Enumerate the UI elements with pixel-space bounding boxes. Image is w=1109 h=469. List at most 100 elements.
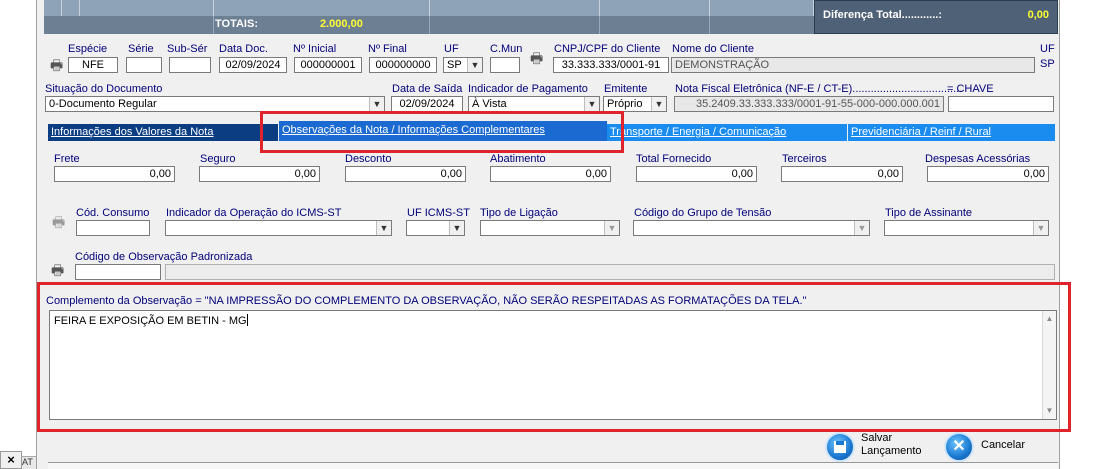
despesas-label: Despesas Acessórias <box>925 153 1031 165</box>
chevron-down-icon: ▼ <box>449 221 464 235</box>
tab-transporte-label: Transporte / Energia / Comunicação <box>610 126 787 138</box>
especie-field[interactable]: NFE <box>68 57 118 73</box>
cancel-button-label[interactable]: Cancelar <box>981 439 1025 452</box>
uf-label: UF <box>444 43 459 55</box>
entries-grid[interactable] <box>44 0 814 16</box>
tipo-assinante-select[interactable]: ▼ <box>884 220 1049 236</box>
chevron-down-icon: ▼ <box>854 221 869 235</box>
uf-select[interactable]: SP ▼ <box>443 57 483 73</box>
cnpj-field[interactable]: 33.333.333/0001-91 <box>553 57 669 73</box>
data-saida-field[interactable]: 02/09/2024 <box>391 96 463 112</box>
chevron-down-icon: ▼ <box>1033 221 1048 235</box>
cod-consumo-field[interactable] <box>76 220 150 236</box>
scroll-down-icon[interactable]: ▼ <box>1043 405 1056 417</box>
chevron-down-icon: ▼ <box>467 58 482 72</box>
chave-label: = CHAVE <box>947 83 994 95</box>
cnpj-label: CNPJ/CPF do Cliente <box>554 43 661 55</box>
totals-row: TOTAIS: 2.000,00 <box>44 16 814 34</box>
complemento-textarea[interactable]: FEIRA E EXPOSIÇÃO EM BETIN - MG ▲ ▼ <box>49 310 1057 420</box>
emitente-select[interactable]: Próprio ▼ <box>603 96 667 112</box>
n-inicial-label: Nº Inicial <box>293 43 337 55</box>
difference-box: Diferença Total............: 0,00 <box>814 0 1058 34</box>
serie-field[interactable] <box>126 57 162 73</box>
printer-icon[interactable]: 🖶 <box>51 262 69 278</box>
tab-previdenciaria-label: Previdenciária / Reinf / Rural <box>851 126 992 138</box>
chevron-down-icon: ▼ <box>376 221 391 235</box>
chevron-down-icon: ▼ <box>584 97 599 111</box>
desconto-label: Desconto <box>345 153 392 165</box>
n-inicial-field[interactable]: 000000001 <box>294 57 362 73</box>
seguro-field[interactable]: 0,00 <box>199 166 320 182</box>
grupo-tensao-select[interactable]: ▼ <box>633 220 870 236</box>
codigo-obs-label: Código de Observação Padronizada <box>75 251 253 263</box>
total-fornecido-field[interactable]: 0,00 <box>636 166 757 182</box>
tipo-ligacao-select[interactable]: ▼ <box>480 220 620 236</box>
situacao-label: Situação do Documento <box>45 83 163 95</box>
data-doc-field[interactable]: 02/09/2024 <box>219 57 287 73</box>
cliente-label: Nome do Cliente <box>672 43 754 55</box>
printer-icon[interactable]: 🖶 <box>530 50 548 66</box>
uf-right-value: SP <box>1040 58 1055 70</box>
close-icon[interactable]: × <box>0 451 22 469</box>
terceiros-label: Terceiros <box>782 153 827 165</box>
cod-consumo-label: Cód. Consumo <box>76 207 150 219</box>
tab-transporte[interactable]: Transporte / Energia / Comunicação <box>607 124 847 141</box>
data-saida-label: Data de Saída <box>392 83 463 95</box>
difference-label: Diferença Total............: <box>823 9 942 21</box>
scroll-up-icon[interactable]: ▲ <box>1043 313 1056 325</box>
codigo-obs-field[interactable] <box>75 264 161 280</box>
especie-label: Espécie <box>68 43 108 55</box>
abatimento-field[interactable]: 0,00 <box>490 166 611 182</box>
nfe-field[interactable]: 35.2409.33.333.333/0001-91-55-000-000.00… <box>674 96 944 112</box>
save-button-label[interactable]: Salvar Lançamento <box>861 432 922 458</box>
desconto-field[interactable]: 0,00 <box>345 166 466 182</box>
total-fornecido-label: Total Fornecido <box>636 153 712 165</box>
tab-valores-label: Informações dos Valores da Nota <box>51 126 214 138</box>
textarea-scrollbar[interactable]: ▲ ▼ <box>1042 311 1056 419</box>
uf-value: SP <box>447 59 462 71</box>
subserie-field[interactable] <box>169 57 211 73</box>
emitente-value: Próprio <box>607 98 643 110</box>
situacao-value: 0-Documento Regular <box>49 98 157 110</box>
data-doc-label: Data Doc. <box>219 43 268 55</box>
status-text: AT <box>22 456 36 469</box>
n-final-field[interactable]: 000000000 <box>369 57 437 73</box>
cmun-field[interactable] <box>490 57 520 73</box>
frete-field[interactable]: 0,00 <box>54 166 175 182</box>
totals-value: 2.000,00 <box>320 18 363 30</box>
pagamento-select[interactable]: À Vista ▼ <box>468 96 600 112</box>
complemento-label: Complemento da Observação = "NA IMPRESSÃ… <box>46 295 807 307</box>
text-caret <box>246 314 248 326</box>
despesas-field[interactable]: 0,00 <box>927 166 1049 182</box>
complemento-text: FEIRA E EXPOSIÇÃO EM BETIN - MG <box>54 315 247 327</box>
subserie-label: Sub-Sér <box>167 43 208 55</box>
tipo-assinante-label: Tipo de Assinante <box>885 207 973 219</box>
terceiros-field[interactable]: 0,00 <box>781 166 903 182</box>
uf-icms-select[interactable]: ▼ <box>406 220 465 236</box>
printer-icon: 🖶 <box>52 214 66 230</box>
codigo-obs-description <box>165 264 1055 280</box>
window: TOTAIS: 2.000,00 Diferença Total........… <box>0 0 1109 469</box>
difference-value: 0,00 <box>1027 9 1049 21</box>
chevron-down-icon: ▼ <box>369 97 384 111</box>
tab-previdenciaria[interactable]: Previdenciária / Reinf / Rural <box>848 124 1055 141</box>
serie-label: Série <box>128 43 154 55</box>
save-button-icon[interactable] <box>825 432 855 462</box>
tab-valores[interactable]: Informações dos Valores da Nota <box>48 124 278 141</box>
chave-field[interactable] <box>948 96 1054 112</box>
highlight-box-tab <box>260 111 624 153</box>
seguro-label: Seguro <box>200 153 236 165</box>
nfe-label: Nota Fiscal Eletrônica (NF-E / CT-E)....… <box>675 83 963 95</box>
frete-label: Frete <box>54 153 80 165</box>
bottom-panel <box>48 462 1058 469</box>
save-label-line2: Lançamento <box>861 445 922 457</box>
abatimento-label: Abatimento <box>490 153 546 165</box>
uf-right-label: UF <box>1040 43 1055 55</box>
printer-icon[interactable]: 🖶 <box>50 57 68 73</box>
cliente-field[interactable]: DEMONSTRAÇÃO <box>671 57 1035 73</box>
cancel-button-icon[interactable]: ✕ <box>944 432 974 462</box>
emitente-label: Emitente <box>604 83 648 95</box>
save-label-line1: Salvar <box>861 432 893 444</box>
indicador-icms-select[interactable]: ▼ <box>165 220 392 236</box>
situacao-select[interactable]: 0-Documento Regular ▼ <box>45 96 385 112</box>
